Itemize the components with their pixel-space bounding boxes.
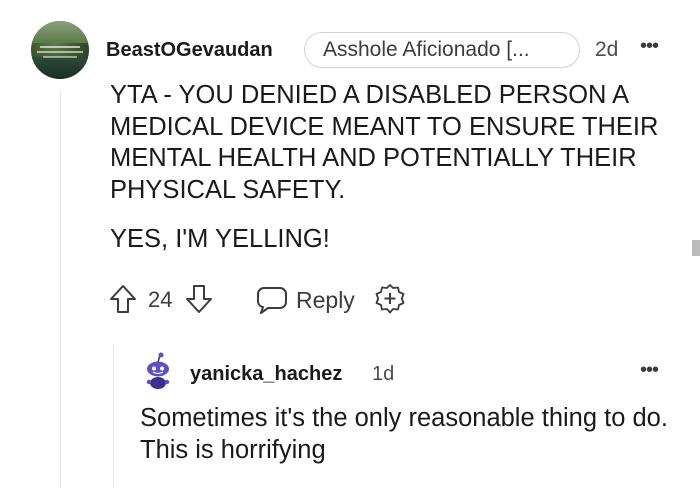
scrollbar-thumb[interactable] [692, 240, 700, 256]
reply-thread-line[interactable] [113, 345, 114, 488]
snoo-avatar-icon[interactable] [140, 352, 176, 390]
reply-body: Sometimes it's the only reasonable thing… [140, 404, 668, 464]
reply-bubble-icon [257, 287, 287, 314]
upvote-icon[interactable] [108, 283, 138, 315]
vote-score: 24 [148, 287, 173, 312]
avatar-text-line [43, 56, 77, 58]
avatar-text-line [37, 51, 83, 53]
reply-label: Reply [296, 286, 355, 313]
reply-timestamp: 1d [372, 363, 395, 385]
comment-body: YTA - YOU DENIED A DISABLED PERSON A MED… [110, 80, 690, 256]
reply-button[interactable]: Reply [256, 283, 355, 317]
downvote-icon[interactable] [184, 283, 214, 315]
thread-line[interactable] [60, 90, 61, 488]
comment-timestamp: 2d [595, 38, 619, 61]
comment-paragraph: YES, I'M YELLING! [110, 225, 330, 253]
user-flair: Asshole Aficionado [... [304, 32, 580, 68]
more-options-icon[interactable]: ••• [640, 36, 659, 56]
reply-username[interactable]: yanicka_hachez [190, 362, 342, 386]
comment-paragraph: YTA - YOU DENIED A DISABLED PERSON A MED… [110, 81, 659, 204]
avatar-text-line [40, 46, 80, 48]
avatar[interactable] [31, 21, 89, 79]
avatar-sky [31, 21, 89, 43]
avatar-water [31, 57, 89, 79]
reply-more-options-icon[interactable]: ••• [640, 360, 659, 380]
comment-username[interactable]: BeastOGevaudan [106, 38, 273, 62]
award-plus-icon[interactable] [374, 283, 406, 315]
